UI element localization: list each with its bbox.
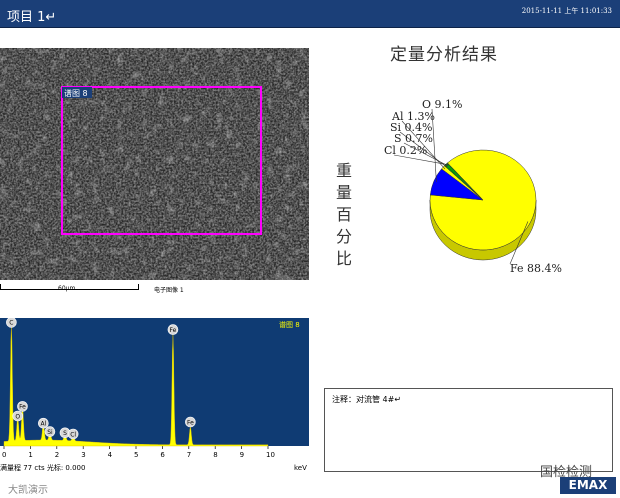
spectrum-tick-label: 5: [134, 451, 138, 459]
spectrum-footer: 满量程 77 cts 光标: 0.000: [0, 463, 85, 472]
peak-label-al: Al: [40, 421, 46, 428]
sem-image: 谱图 8: [0, 48, 309, 280]
page-title: 项目 1↵: [7, 10, 57, 25]
spectrum-chart: 谱图 8 满量程 77 cts 光标: 0.000 keV 0 1 2 3 4 5 6 7 8 9…: [0, 317, 309, 480]
image-caption: 电子图像 1: [154, 287, 184, 294]
peak-label-s: S: [63, 430, 67, 437]
spectrum-tick-label: 10: [266, 451, 275, 459]
watermark-left: 大凯演示: [8, 485, 48, 496]
spectrum-tick-label: 2: [55, 451, 59, 459]
peak-label-si: Si: [47, 429, 53, 436]
peak-label-fe: Fe: [170, 327, 177, 334]
scale-label: 60µm: [58, 285, 76, 292]
spectrum-tick-label: 4: [108, 451, 113, 459]
pie-chart: Fe 88.4%O 9.1%Al 1.3%Si 0.4%S 0.7%Cl 0.2…: [384, 98, 562, 275]
note-box: 注释：对流管 4#↵: [324, 388, 613, 472]
spectrum-tick-label: 6: [160, 451, 165, 459]
spectrum-tick-label: 0: [2, 451, 6, 459]
peak-label-fe: Fe: [19, 404, 26, 411]
spectrum-title: 谱图 8: [279, 320, 300, 329]
spectrum-tick-label: 7: [187, 451, 191, 459]
peak-label-cl: Cl: [70, 431, 76, 438]
note-text: 注释：对流管 4#↵: [332, 395, 402, 404]
eds-spectrum: 谱图 8 满量程 77 cts 光标: 0.000 keV 0 1 2 3 4 5 6 7 8 9…: [0, 317, 309, 480]
analysis-area-label: 谱图 8: [64, 88, 88, 98]
spectrum-tick-label: 1: [28, 451, 32, 459]
pie-title: 定量分析结果: [390, 45, 498, 65]
spectrum-tick-label: 9: [240, 451, 244, 459]
pie-label-fe: Fe 88.4%: [510, 262, 562, 275]
timestamp: 2015-11-11 上午 11:01:33: [521, 7, 612, 15]
spectrum-unit: keV: [294, 464, 307, 472]
title-bar: 项目 1↵ 2015-11-11 上午 11:01:33: [0, 0, 620, 28]
pie-label-cl: Cl 0.2%: [384, 144, 427, 157]
sem-image-canvas: 谱图 8: [0, 48, 309, 280]
peak-label-o: O: [15, 413, 20, 420]
scale-row: 60µm 电子图像 1: [0, 283, 309, 297]
spectrum-tick-label: 3: [81, 451, 85, 459]
spectrum-tick-label: 8: [213, 451, 217, 459]
peak-label-c: C: [9, 320, 13, 327]
emax-logo: EMAX: [560, 477, 616, 494]
peak-label-fe: Fe: [187, 419, 194, 426]
